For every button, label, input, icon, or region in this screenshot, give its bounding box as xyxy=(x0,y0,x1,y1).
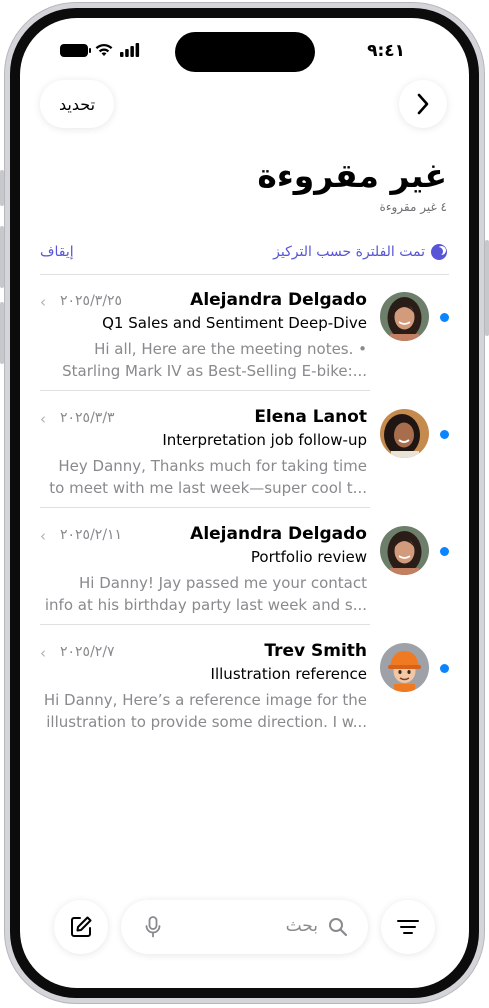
stop-filter-button[interactable]: إيقاف xyxy=(40,244,74,260)
unread-dot xyxy=(440,313,449,322)
action-button xyxy=(0,170,4,206)
unread-count: ٤ غير مقروءة xyxy=(379,200,447,214)
message-date: ٢٠٢٥/٣/٢٥ xyxy=(60,293,123,309)
message-preview: Hi Danny, Here’s a reference image for t… xyxy=(40,689,367,733)
message-preview: Hi all, Here are the meeting notes. • St… xyxy=(40,338,367,382)
edit-button-label: تحديد xyxy=(58,94,96,114)
message-preview: Hi Danny! Jay passed me your contact inf… xyxy=(40,572,367,616)
wifi-icon xyxy=(95,43,113,56)
focus-filter-info[interactable]: تمت الفلترة حسب التركيز xyxy=(273,244,447,260)
message-subject: Interpretation job follow-up xyxy=(162,431,367,449)
search-field[interactable]: بحث xyxy=(121,900,368,954)
avatar xyxy=(380,409,429,458)
chevron-right-icon xyxy=(417,93,429,115)
preview-line: to meet with me last week—super cool t..… xyxy=(49,479,367,497)
status-icons xyxy=(60,43,140,57)
avatar xyxy=(380,292,429,341)
chevron-left-icon: ‹ xyxy=(40,527,46,545)
edit-button[interactable]: تحديد xyxy=(40,80,114,128)
message-date: ٢٠٢٥/٣/٣ xyxy=(60,410,115,426)
avatar xyxy=(380,643,429,692)
battery-icon xyxy=(60,43,91,57)
sender-name: Elena Lanot xyxy=(254,407,367,427)
preview-line: Starling Mark IV as Best-Selling E-bike:… xyxy=(62,362,367,380)
preview-line: info at his birthday party last week and… xyxy=(44,596,367,614)
status-time: ٩:٤١ xyxy=(367,41,405,61)
filter-lines-icon xyxy=(397,920,419,934)
sender-name: Alejandra Delgado xyxy=(190,524,367,544)
message-date: ٢٠٢٥/٢/١١ xyxy=(60,527,123,543)
message-preview: Hey Danny, Thanks much for taking time t… xyxy=(40,455,367,499)
chevron-left-icon: ‹ xyxy=(40,644,46,662)
preview-line: Hi Danny! Jay passed me your contact xyxy=(79,574,367,592)
compose-button[interactable] xyxy=(54,900,108,954)
chevron-left-icon: ‹ xyxy=(40,410,46,428)
message-subject: Q1 Sales and Sentiment Deep-Dive xyxy=(102,314,367,332)
avatar xyxy=(380,526,429,575)
volume-up-button xyxy=(0,226,4,288)
filter-button[interactable] xyxy=(381,900,435,954)
filter-bar: إيقاف تمت الفلترة حسب التركيز xyxy=(40,240,447,264)
sender-name: Alejandra Delgado xyxy=(190,290,367,310)
microphone-icon[interactable] xyxy=(145,916,161,938)
message-row[interactable]: Alejandra Delgado ٢٠٢٥/٣/٢٥ ‹ Q1 Sales a… xyxy=(20,274,469,391)
message-date: ٢٠٢٥/٢/٧ xyxy=(60,644,115,660)
preview-line: illustration to provide some direction. … xyxy=(46,713,367,731)
volume-down-button xyxy=(0,302,4,364)
back-button[interactable] xyxy=(399,80,447,128)
preview-line: Hey Danny, Thanks much for taking time xyxy=(58,457,367,475)
message-row[interactable]: Trev Smith ٢٠٢٥/٢/٧ ‹ Illustration refer… xyxy=(20,625,469,742)
search-icon xyxy=(329,918,348,937)
chevron-left-icon: ‹ xyxy=(40,293,46,311)
message-subject: Portfolio review xyxy=(250,548,367,566)
unread-dot xyxy=(440,547,449,556)
unread-dot xyxy=(440,430,449,439)
moon-icon xyxy=(431,244,447,260)
message-subject: Illustration reference xyxy=(210,665,367,683)
screen: ٩:٤١ تحديد غير مقروءة ٤ غير مقروءة إيقاف… xyxy=(20,18,469,988)
page-title: غير مقروءة xyxy=(257,156,447,195)
preview-line: Hi all, Here are the meeting notes. • xyxy=(94,340,367,358)
focus-filter-label: تمت الفلترة حسب التركيز xyxy=(273,244,425,260)
compose-icon xyxy=(71,916,92,937)
unread-dot xyxy=(440,664,449,673)
sender-name: Trev Smith xyxy=(264,641,367,661)
dynamic-island xyxy=(175,32,315,72)
preview-line: Hi Danny, Here’s a reference image for t… xyxy=(43,691,367,709)
search-placeholder: بحث xyxy=(285,916,318,936)
message-row[interactable]: Elena Lanot ٢٠٢٥/٣/٣ ‹ Interpretation jo… xyxy=(20,391,469,508)
side-button xyxy=(485,240,489,336)
message-row[interactable]: Alejandra Delgado ٢٠٢٥/٢/١١ ‹ Portfolio … xyxy=(20,508,469,625)
cellular-signal-icon xyxy=(120,43,140,57)
